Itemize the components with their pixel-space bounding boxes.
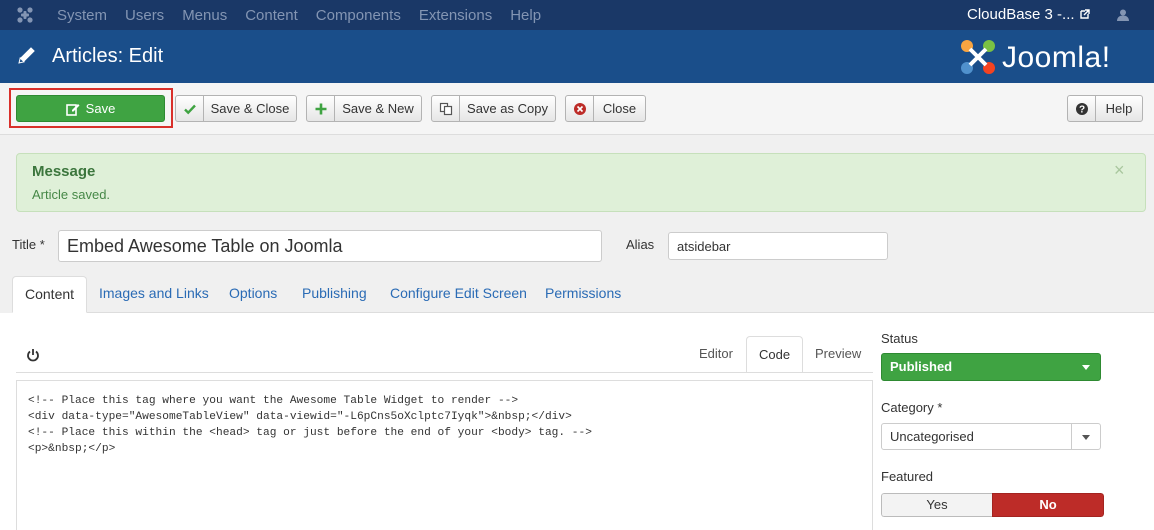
status-value: Published [890,359,953,374]
pencil-icon [18,47,35,64]
site-name-link[interactable]: CloudBase 3 -... [967,6,1075,23]
joomla-brand-text: Joomla! [1002,41,1111,74]
tab-content[interactable]: Content [12,276,88,313]
code-line: <div data-type="AwesomeTableView" data-v… [28,411,572,423]
category-value: Uncategorised [890,429,974,444]
power-icon[interactable] [26,348,40,362]
cancel-icon [566,96,594,121]
help-button[interactable]: ? Help [1067,95,1143,122]
save-button[interactable]: Save [16,95,165,122]
category-label: Category * [881,400,943,415]
code-editor[interactable]: <!-- Place this tag where you want the A… [16,380,873,530]
menu-extensions[interactable]: Extensions [419,7,492,24]
tab-configure-edit-screen[interactable]: Configure Edit Screen [378,276,539,313]
status-select[interactable]: Published [881,353,1101,381]
plus-icon [307,96,335,121]
select-divider [1071,424,1072,449]
main-menu: System Users Menus Content Components Ex… [57,0,559,30]
message-text: Article saved. [32,187,111,202]
code-line: <!-- Place this tag where you want the A… [28,395,519,407]
menu-users[interactable]: Users [125,7,164,24]
copy-icon [432,96,460,121]
close-button[interactable]: Close [565,95,646,122]
menu-help[interactable]: Help [510,7,541,24]
menu-content[interactable]: Content [245,7,298,24]
page-title: Articles: Edit [52,45,164,67]
menu-components[interactable]: Components [316,7,401,24]
svg-text:?: ? [1078,104,1084,115]
menu-system[interactable]: System [57,7,107,24]
menu-menus[interactable]: Menus [182,7,227,24]
featured-toggle: Yes No [881,493,1104,517]
message-heading: Message [32,163,96,180]
tab-permissions[interactable]: Permissions [533,276,633,313]
title-label: Title * [12,237,45,252]
toolbar: Save Save & Close Save & New Save as Cop… [0,83,1154,135]
editor-tabs-divider [16,372,873,373]
editor-tab-code[interactable]: Code [746,336,804,373]
alias-input[interactable] [668,232,888,260]
help-label: Help [1105,101,1133,116]
page-header: Articles: Edit Joomla! [0,30,1154,83]
save-copy-button[interactable]: Save as Copy [431,95,556,122]
save-close-label: Save & Close [210,101,290,116]
external-link-icon [1080,9,1090,19]
joomla-icon[interactable] [16,6,34,24]
status-label: Status [881,331,918,346]
category-select[interactable]: Uncategorised [881,423,1101,450]
featured-label: Featured [881,469,934,484]
chevron-down-icon [1082,435,1090,440]
featured-no-button[interactable]: No [992,493,1104,517]
message-close-button[interactable]: × [1114,160,1125,181]
save-label: Save [85,101,116,116]
editor-tab-editor[interactable]: Editor [687,336,745,373]
tab-images-and-links[interactable]: Images and Links [87,276,221,313]
editor-tab-preview[interactable]: Preview [803,336,873,373]
save-close-button[interactable]: Save & Close [175,95,297,122]
featured-yes-button[interactable]: Yes [881,493,992,517]
code-line: <!-- Place this within the <head> tag or… [28,427,592,439]
tab-publishing[interactable]: Publishing [290,276,379,313]
alias-label: Alias [626,237,655,252]
check-icon [176,96,204,121]
user-icon[interactable] [1116,8,1130,22]
code-line: <p>&nbsp;</p> [28,443,116,455]
title-input[interactable] [58,230,602,262]
save-new-label: Save & New [342,101,414,116]
tab-options[interactable]: Options [217,276,289,313]
chevron-down-icon [1082,365,1090,370]
top-menu-bar: System Users Menus Content Components Ex… [0,0,1154,30]
success-message: Message Article saved. × [16,153,1146,212]
edit-icon [65,103,80,116]
save-new-button[interactable]: Save & New [306,95,422,122]
save-copy-label: Save as Copy [467,101,548,116]
question-icon: ? [1068,96,1096,121]
close-label: Close [602,101,637,116]
